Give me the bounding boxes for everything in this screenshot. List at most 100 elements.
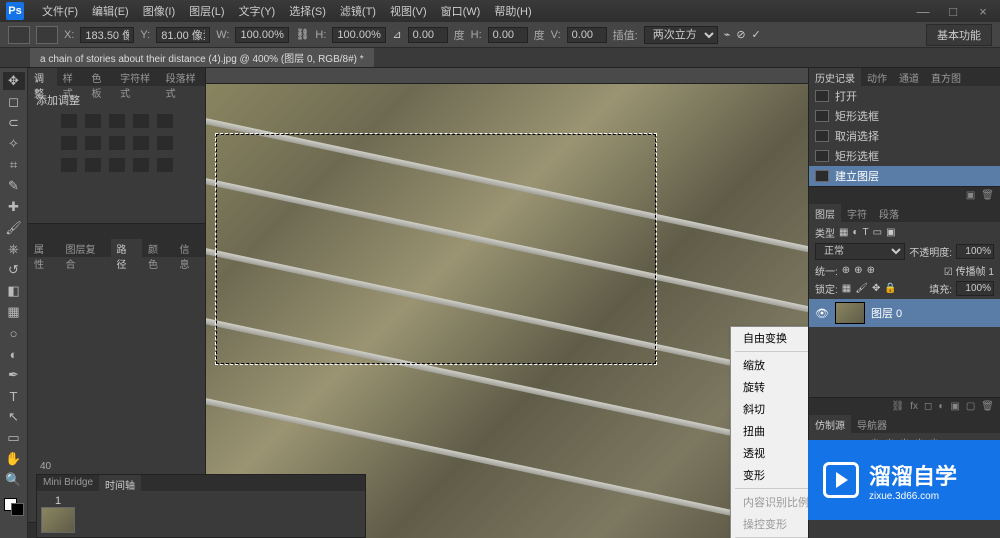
filter-pixel-icon[interactable]: ▦ — [839, 227, 848, 238]
warp-icon[interactable]: ⌁ — [724, 28, 731, 41]
tab-adjustments[interactable]: 调整 — [28, 68, 57, 86]
layer-adjust-icon[interactable]: ◐ — [938, 401, 944, 412]
tab-character[interactable]: 字符 — [841, 204, 873, 222]
propagate-label[interactable]: 传播帧 1 — [956, 267, 994, 278]
unify-style-icon[interactable]: ⊕ — [867, 265, 875, 276]
lock-transparent-icon[interactable]: ▦ — [842, 283, 851, 294]
type-tool-icon[interactable]: T — [3, 387, 25, 405]
menu-window[interactable]: 窗口(W) — [435, 1, 487, 21]
document-canvas[interactable] — [206, 84, 808, 538]
tab-histogram[interactable]: 直方图 — [925, 68, 967, 86]
tab-mini-bridge[interactable]: Mini Bridge — [37, 475, 99, 491]
adj-threshold-icon[interactable] — [109, 158, 125, 172]
tab-para-styles[interactable]: 段落样式 — [160, 68, 205, 86]
tab-paragraph[interactable]: 段落 — [873, 204, 905, 222]
ctx-rotate[interactable]: 旋转 — [731, 376, 808, 398]
ctx-perspective[interactable]: 透视 — [731, 442, 808, 464]
adj-vibrance-icon[interactable] — [157, 114, 173, 128]
opt-angle-field[interactable] — [408, 27, 448, 43]
adj-bw-icon[interactable] — [109, 136, 125, 150]
adj-colorbal-icon[interactable] — [85, 136, 101, 150]
transform-bounding-box[interactable] — [216, 134, 656, 364]
adj-levels-icon[interactable] — [85, 114, 101, 128]
blur-tool-icon[interactable]: ○ — [3, 324, 25, 342]
zoom-tool-icon[interactable]: 🔍 — [3, 471, 25, 489]
reference-point-icon[interactable] — [36, 26, 58, 44]
tab-layer-comps[interactable]: 图层复合 — [60, 239, 111, 257]
history-item[interactable]: 建立图层 — [809, 166, 1000, 186]
tab-history[interactable]: 历史记录 — [809, 68, 861, 86]
dodge-tool-icon[interactable]: ◐ — [3, 345, 25, 363]
pen-tool-icon[interactable]: ✒ — [3, 366, 25, 384]
color-swatch[interactable] — [4, 498, 24, 516]
adj-gradmap-icon[interactable] — [133, 158, 149, 172]
commit-transform-icon[interactable]: ✓ — [752, 28, 761, 41]
history-snapshot-icon[interactable]: ▣ — [966, 190, 975, 201]
adj-brightness-icon[interactable] — [61, 114, 77, 128]
cancel-transform-icon[interactable]: ⊘ — [736, 28, 745, 41]
menu-file[interactable]: 文件(F) — [36, 1, 84, 21]
history-trash-icon[interactable]: 🗑 — [981, 190, 994, 201]
menu-view[interactable]: 视图(V) — [384, 1, 433, 21]
tab-timeline[interactable]: 时间轴 — [99, 475, 141, 491]
adj-exposure-icon[interactable] — [133, 114, 149, 128]
adj-hue-icon[interactable] — [61, 136, 77, 150]
layer-fx-icon[interactable]: fx — [910, 401, 918, 412]
unify-visibility-icon[interactable]: ⊕ — [854, 265, 862, 276]
menu-layer[interactable]: 图层(L) — [183, 1, 230, 21]
layer-name[interactable]: 图层 0 — [871, 305, 902, 321]
shape-tool-icon[interactable]: ▭ — [3, 429, 25, 447]
menu-edit[interactable]: 编辑(E) — [86, 1, 135, 21]
adj-curves-icon[interactable] — [109, 114, 125, 128]
fill-field[interactable] — [956, 281, 994, 296]
transform-tool-icon[interactable] — [8, 26, 30, 44]
filter-type-icon[interactable]: T — [863, 227, 869, 238]
lock-pixels-icon[interactable]: 🖌 — [855, 283, 868, 294]
menu-image[interactable]: 图像(I) — [137, 1, 181, 21]
adj-poster-icon[interactable] — [85, 158, 101, 172]
opt-interp-select[interactable]: 两次立方 — [644, 26, 718, 44]
history-item[interactable]: 矩形选框 — [809, 146, 1000, 166]
opt-x-field[interactable] — [80, 27, 134, 43]
eraser-tool-icon[interactable]: ◧ — [3, 282, 25, 300]
opt-h-field[interactable] — [332, 27, 386, 43]
opt-w-field[interactable] — [235, 27, 289, 43]
filter-smart-icon[interactable]: ▣ — [886, 227, 895, 238]
menu-filter[interactable]: 滤镜(T) — [334, 1, 382, 21]
adj-selcolor-icon[interactable] — [157, 158, 173, 172]
marquee-tool-icon[interactable]: ◻ — [3, 93, 25, 111]
lasso-tool-icon[interactable]: ⊂ — [3, 114, 25, 132]
history-item[interactable]: 矩形选框 — [809, 106, 1000, 126]
opt-y-field[interactable] — [156, 27, 210, 43]
stamp-tool-icon[interactable]: ⎈ — [3, 240, 25, 258]
tab-color[interactable]: 颜色 — [142, 239, 174, 257]
menu-type[interactable]: 文字(Y) — [233, 1, 282, 21]
tab-swatches[interactable]: 色板 — [85, 68, 114, 86]
move-tool-icon[interactable]: ✥ — [3, 72, 25, 90]
history-item[interactable]: 打开 — [809, 86, 1000, 106]
ctx-free-transform[interactable]: 自由变换 — [731, 327, 808, 349]
tab-styles[interactable]: 样式 — [57, 68, 86, 86]
ctx-warp[interactable]: 变形 — [731, 464, 808, 486]
crop-tool-icon[interactable]: ⌗ — [3, 156, 25, 174]
tab-info[interactable]: 信息 — [174, 239, 206, 257]
close-icon[interactable]: × — [972, 4, 994, 19]
ctx-scale[interactable]: 缩放 — [731, 354, 808, 376]
adj-mixer-icon[interactable] — [157, 136, 173, 150]
tab-actions[interactable]: 动作 — [861, 68, 893, 86]
healing-tool-icon[interactable]: ✚ — [3, 198, 25, 216]
layer-group-icon[interactable]: ▣ — [950, 401, 959, 412]
blend-mode-select[interactable]: 正常 — [815, 243, 905, 260]
hand-tool-icon[interactable]: ✋ — [3, 450, 25, 468]
menu-select[interactable]: 选择(S) — [283, 1, 332, 21]
opt-vskew-field[interactable] — [567, 27, 607, 43]
wand-tool-icon[interactable]: ✧ — [3, 135, 25, 153]
tab-navigator[interactable]: 导航器 — [851, 415, 893, 433]
lock-all-icon[interactable]: 🔒 — [884, 283, 896, 294]
tab-channels[interactable]: 通道 — [893, 68, 925, 86]
eyedropper-tool-icon[interactable]: ✎ — [3, 177, 25, 195]
unify-position-icon[interactable]: ⊕ — [842, 265, 850, 276]
canvas-area[interactable]: 自由变换 缩放 旋转 斜切 扭曲 透视 变形 内容识别比例 操控变形 旋转 18… — [206, 68, 808, 538]
tab-properties[interactable]: 属性 — [28, 239, 60, 257]
history-brush-tool-icon[interactable]: ↺ — [3, 261, 25, 279]
